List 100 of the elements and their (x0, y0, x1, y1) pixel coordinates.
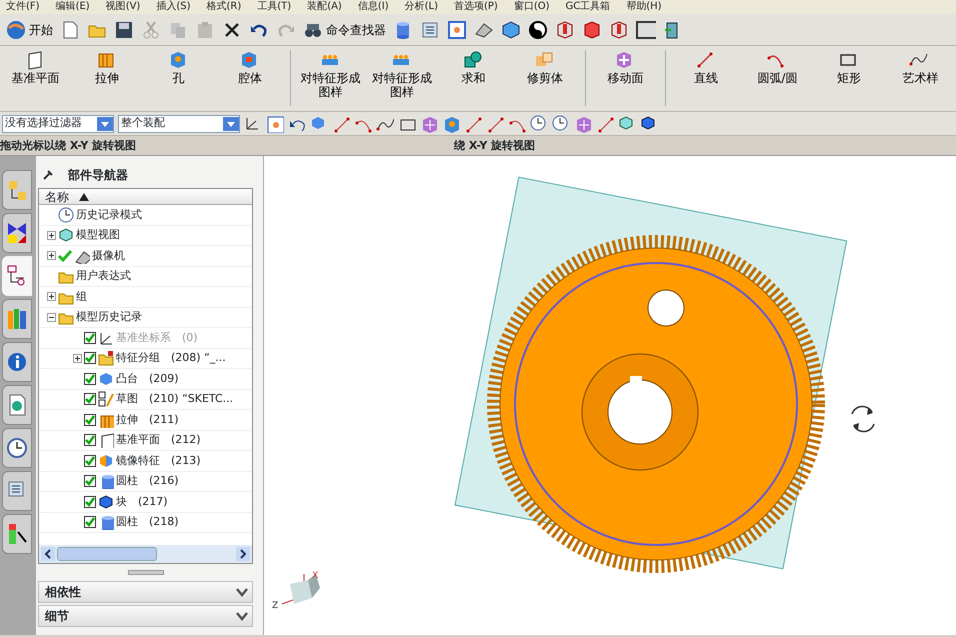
toolbar-button[interactable]: 基准平面 (0, 50, 72, 86)
line-icon[interactable] (596, 114, 614, 132)
scroll-right-icon[interactable] (236, 547, 250, 561)
checkbox[interactable] (84, 454, 96, 467)
menu-item[interactable]: 窗口(O) (514, 0, 550, 14)
section-view-icon[interactable] (555, 20, 575, 40)
tree-item[interactable]: 组 (76, 288, 87, 305)
cube-icon[interactable] (501, 20, 521, 40)
checkbox[interactable] (84, 393, 96, 406)
scroll-left-icon[interactable] (41, 547, 55, 561)
tree-item[interactable]: 历史记录模式 (76, 206, 142, 223)
section-header[interactable]: 相依性 (38, 581, 253, 603)
tree-item[interactable]: 块 (217) (116, 494, 168, 510)
checkmark-icon (85, 435, 95, 446)
yin-yang-icon[interactable] (528, 20, 548, 40)
checkbox[interactable] (84, 496, 96, 508)
checkbox[interactable] (84, 516, 96, 528)
rotate-icon (851, 406, 875, 432)
toolbar-button[interactable]: 移动面 (590, 50, 662, 86)
checkbox[interactable] (84, 434, 96, 446)
tree-item[interactable]: 基准平面 (212) (116, 432, 201, 448)
tree-item[interactable]: 模型视图 (76, 227, 120, 244)
cube-view-icon (58, 227, 74, 244)
expand-icon[interactable] (73, 354, 82, 363)
resource-tab[interactable] (2, 342, 32, 382)
line-icon[interactable] (464, 114, 482, 132)
resource-tab[interactable] (2, 385, 32, 425)
expand-icon[interactable] (47, 230, 56, 240)
splitter-handle[interactable] (128, 570, 164, 575)
status-text: 绕 X-Y 旋转视图 (452, 138, 536, 154)
menu-item[interactable]: 文件(F) (6, 0, 40, 14)
tree-item[interactable]: 镜像特征 (213) (116, 452, 201, 469)
tree-item[interactable]: 用户表达式 (76, 268, 131, 284)
checkbox[interactable] (84, 352, 96, 364)
expand-icon[interactable] (47, 251, 56, 260)
fit-view-icon[interactable] (447, 20, 467, 40)
menu-item[interactable]: 装配(A) (307, 0, 342, 14)
toolbar-button[interactable]: 开始 (4, 18, 55, 42)
tree-item[interactable]: 圆柱 (216) (116, 473, 179, 490)
checkmark-icon (85, 517, 95, 528)
menu-item[interactable]: 插入(S) (156, 0, 190, 14)
checkbox[interactable] (84, 372, 96, 385)
resource-tab[interactable] (2, 428, 32, 468)
toolbar-button[interactable]: 求和 (438, 50, 510, 86)
scrollbar-thumb[interactable] (57, 547, 157, 561)
block-icon (98, 494, 114, 510)
tree-item[interactable]: 模型历史记录 (76, 309, 142, 326)
block-icon (98, 370, 114, 387)
menu-item[interactable]: 首选项(P) (454, 0, 498, 14)
hole-icon[interactable] (442, 114, 460, 132)
tree-item[interactable]: 草图 (210) “SKETC... (116, 391, 234, 408)
line-icon[interactable] (332, 114, 350, 132)
collapse-icon[interactable] (47, 312, 56, 322)
tree-item[interactable]: 摄像机 (92, 248, 125, 264)
tree-item[interactable]: 凸台 (209) (116, 370, 179, 387)
toolbar-button[interactable]: 艺术样 (884, 50, 956, 86)
column-header[interactable]: 名称 (39, 189, 252, 205)
resource-tab[interactable] (2, 213, 32, 253)
menu-item[interactable]: 分析(L) (404, 0, 438, 14)
toolbar-button[interactable]: 直线 (670, 50, 742, 86)
scope-dropdown[interactable]: 整个装配 (118, 114, 240, 132)
menu-item[interactable]: 工具(T) (257, 0, 292, 14)
line-icon[interactable] (486, 114, 504, 132)
axis-label: X (312, 571, 318, 581)
checkbox[interactable] (84, 475, 96, 488)
checkbox[interactable] (84, 414, 96, 426)
tree-item[interactable]: 圆柱 (218) (116, 514, 179, 530)
pin-icon[interactable] (42, 169, 54, 181)
menu-item[interactable]: 信息(I) (358, 0, 389, 14)
menu-item[interactable]: 格式(R) (206, 0, 242, 14)
sketch-icon (98, 391, 114, 408)
section-header[interactable]: 细节 (38, 605, 253, 627)
tree-item[interactable]: 特征分组 (208) “_... (116, 350, 226, 366)
toolbar-button[interactable]: 修剪体 (509, 50, 581, 86)
checkmark-icon (85, 394, 95, 404)
toolbar-button[interactable]: 孔 (142, 50, 214, 86)
toolbar-button[interactable]: 拉伸 (71, 50, 143, 86)
toolbar-button[interactable]: 对特征形成图样 (294, 50, 366, 100)
checkmark-icon (85, 374, 95, 384)
prompt-text: 拖动光标以绕 X-Y 旋转视图 (0, 138, 138, 154)
filter-dropdown[interactable]: 没有选择过滤器 (2, 114, 114, 132)
expand-icon[interactable] (47, 292, 56, 302)
tree-item[interactable]: 拉伸 (211) (116, 412, 179, 428)
menu-item[interactable]: 视图(V) (106, 0, 140, 14)
section-view-icon[interactable] (609, 20, 629, 40)
toolbar-button[interactable]: 命令查找器 (301, 18, 388, 42)
toolbar-button[interactable]: 圆弧/圆 (742, 50, 814, 86)
menu-item[interactable]: 帮助(H) (626, 0, 662, 14)
fit-view-icon[interactable] (266, 114, 284, 132)
toolbar-button[interactable]: 对特征形成图样 (366, 50, 438, 100)
panel-title: 部件导航器 (68, 167, 128, 184)
menu-item[interactable]: 编辑(E) (56, 0, 90, 14)
toolbar-button[interactable]: 腔体 (214, 50, 286, 86)
swatch-icon[interactable] (636, 20, 656, 40)
cube-icon[interactable] (582, 20, 602, 40)
clock-icon[interactable] (530, 114, 548, 132)
layers-icon[interactable] (420, 20, 440, 40)
clock-icon[interactable] (552, 114, 570, 132)
menu-item[interactable]: GC工具箱 (566, 0, 610, 14)
toolbar-button[interactable]: 矩形 (813, 50, 885, 86)
